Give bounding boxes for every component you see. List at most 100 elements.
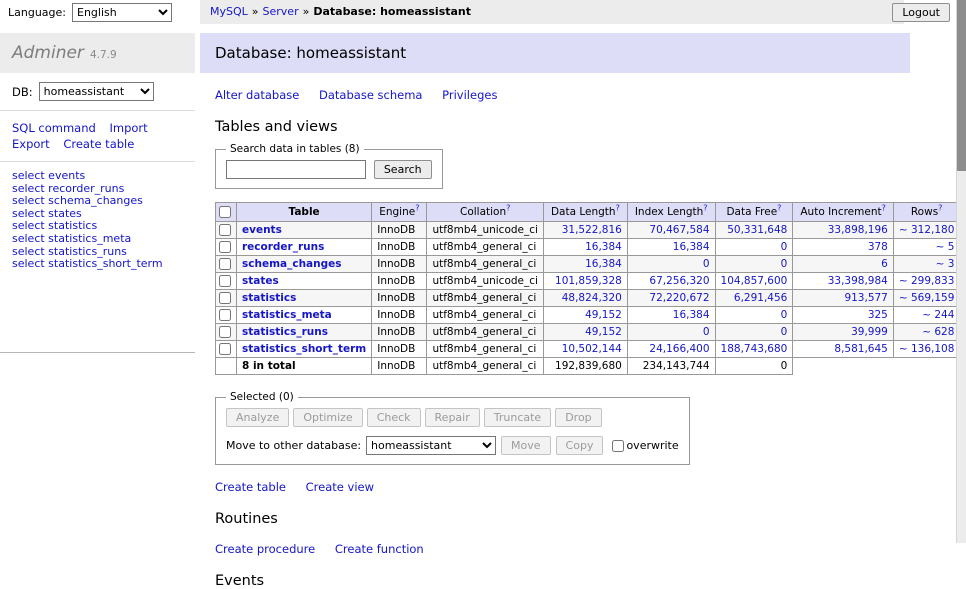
data-free-link[interactable]: 6,291,456	[734, 292, 787, 304]
row-checkbox[interactable]	[219, 275, 231, 287]
move-db-select[interactable]: homeassistant	[366, 436, 496, 455]
data-free-link[interactable]: 0	[781, 309, 788, 321]
column-help-link[interactable]: ?	[882, 204, 886, 213]
index-length-link[interactable]: 72,220,672	[649, 292, 709, 304]
logout-button[interactable]: Logout	[892, 3, 950, 22]
data-free-link[interactable]: 0	[781, 326, 788, 338]
app-version: 4.7.9	[90, 49, 117, 61]
rows-link[interactable]: ~ 569,159	[899, 292, 955, 304]
sidebar-table-link[interactable]: select statistics_short_term	[12, 258, 183, 271]
rows-link[interactable]: ~ 299,833	[899, 275, 955, 287]
row-checkbox[interactable]	[219, 224, 231, 236]
auto-increment-link[interactable]: 378	[868, 241, 888, 253]
sidebar-link-export[interactable]: Export	[12, 137, 50, 151]
data-length-link[interactable]: 49,152	[585, 326, 622, 338]
sidebar-link-sql-command[interactable]: SQL command	[12, 121, 96, 135]
column-help-link[interactable]: ?	[415, 204, 419, 213]
auto-increment-link[interactable]: 33,398,984	[828, 275, 888, 287]
auto-increment-link[interactable]: 8,581,645	[834, 343, 887, 355]
data-length-link[interactable]: 48,824,320	[562, 292, 622, 304]
index-length-link[interactable]: 16,384	[673, 241, 710, 253]
rows-link[interactable]: ~ 3	[936, 258, 955, 270]
data-length-link[interactable]: 101,859,328	[555, 275, 622, 287]
language-select[interactable]: English	[72, 3, 172, 22]
auto-increment-link[interactable]: 6	[881, 258, 888, 270]
data-length-link[interactable]: 49,152	[585, 309, 622, 321]
data-length-link[interactable]: 10,502,144	[562, 343, 622, 355]
auto-increment-link[interactable]: 39,999	[851, 326, 888, 338]
breadcrumb-link-mysql[interactable]: MySQL	[210, 5, 248, 18]
rows-link[interactable]: ~ 244	[922, 309, 954, 321]
index-length-link[interactable]: 24,166,400	[649, 343, 709, 355]
scrollbar-thumb[interactable]	[957, 0, 966, 171]
create-procedure-link[interactable]: Create procedure	[215, 542, 315, 556]
sidebar-table-link[interactable]: select events	[12, 170, 183, 183]
select-all-checkbox[interactable]	[219, 206, 231, 218]
move-button[interactable]: Move	[501, 436, 551, 455]
auto-increment-link[interactable]: 325	[868, 309, 888, 321]
column-help-link[interactable]: ?	[616, 204, 620, 213]
row-checkbox[interactable]	[219, 292, 231, 304]
column-help-link[interactable]: ?	[777, 204, 781, 213]
index-length-link[interactable]: 16,384	[673, 309, 710, 321]
column-help-link[interactable]: ?	[938, 204, 942, 213]
table-name-link[interactable]: statistics	[242, 292, 296, 304]
db-select[interactable]: homeassistant	[39, 82, 154, 101]
sidebar-link-create-table[interactable]: Create table	[63, 137, 134, 151]
data-length-link[interactable]: 16,384	[585, 258, 622, 270]
sidebar-table-link[interactable]: select schema_changes	[12, 195, 183, 208]
drop-button[interactable]: Drop	[555, 408, 601, 427]
rows-link[interactable]: ~ 312,180	[899, 224, 955, 236]
create-view-link[interactable]: Create view	[306, 480, 374, 494]
table-name-link[interactable]: events	[242, 224, 282, 236]
index-length-link[interactable]: 0	[703, 326, 710, 338]
privileges-link[interactable]: Privileges	[442, 88, 497, 102]
auto-increment-link[interactable]: 913,577	[844, 292, 887, 304]
analyze-button[interactable]: Analyze	[226, 408, 289, 427]
help-sup: ?	[938, 204, 942, 213]
table-name-link[interactable]: statistics_short_term	[242, 343, 366, 355]
column-help-link[interactable]: ?	[703, 204, 707, 213]
data-free-link[interactable]: 188,743,680	[721, 343, 788, 355]
data-length-link[interactable]: 16,384	[585, 241, 622, 253]
column-help-link[interactable]: ?	[506, 204, 510, 213]
index-length-link[interactable]: 70,467,584	[649, 224, 709, 236]
auto-increment-link[interactable]: 33,898,196	[828, 224, 888, 236]
database-schema-link[interactable]: Database schema	[319, 88, 422, 102]
row-checkbox[interactable]	[219, 258, 231, 270]
index-length-link[interactable]: 0	[703, 258, 710, 270]
table-name-link[interactable]: statistics_meta	[242, 309, 332, 321]
data-length-link[interactable]: 31,522,816	[562, 224, 622, 236]
breadcrumb-link-server[interactable]: Server	[263, 5, 299, 18]
row-checkbox[interactable]	[219, 241, 231, 253]
rows-link[interactable]: ~ 5	[936, 241, 955, 253]
vertical-scrollbar[interactable]	[956, 0, 966, 543]
table-name-link[interactable]: schema_changes	[242, 258, 342, 270]
sidebar-table-link[interactable]: select statistics_meta	[12, 233, 183, 246]
overwrite-checkbox[interactable]	[612, 440, 624, 452]
data-free-link[interactable]: 50,331,648	[727, 224, 787, 236]
create-table-link[interactable]: Create table	[215, 480, 286, 494]
repair-button[interactable]: Repair	[425, 408, 480, 427]
check-button[interactable]: Check	[367, 408, 421, 427]
data-free-link[interactable]: 104,857,600	[721, 275, 788, 287]
rows-link[interactable]: ~ 628	[922, 326, 954, 338]
data-free-link[interactable]: 0	[781, 258, 788, 270]
alter-database-link[interactable]: Alter database	[215, 88, 299, 102]
truncate-button[interactable]: Truncate	[484, 408, 551, 427]
table-name-link[interactable]: statistics_runs	[242, 326, 328, 338]
search-button[interactable]: Search	[374, 160, 432, 179]
row-checkbox[interactable]	[219, 343, 231, 355]
row-checkbox[interactable]	[219, 309, 231, 321]
copy-button[interactable]: Copy	[556, 436, 604, 455]
table-name-link[interactable]: recorder_runs	[242, 241, 324, 253]
data-free-link[interactable]: 0	[781, 241, 788, 253]
create-function-link[interactable]: Create function	[335, 542, 424, 556]
rows-link[interactable]: ~ 136,108	[899, 343, 955, 355]
optimize-button[interactable]: Optimize	[293, 408, 362, 427]
table-name-link[interactable]: states	[242, 275, 279, 287]
sidebar-link-import[interactable]: Import	[109, 121, 147, 135]
search-input[interactable]	[226, 160, 366, 179]
row-checkbox[interactable]	[219, 326, 231, 338]
index-length-link[interactable]: 67,256,320	[649, 275, 709, 287]
